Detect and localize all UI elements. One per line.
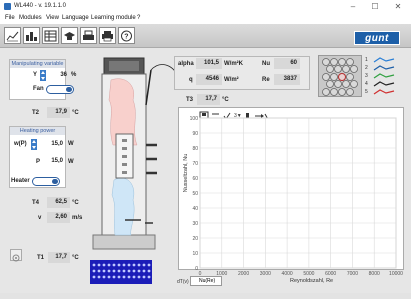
t1-unit: °C bbox=[72, 255, 79, 261]
chart-selector-prefix: dT(v) bbox=[177, 279, 189, 285]
y-tick-label: 20 bbox=[192, 236, 198, 242]
y-tick-label: 30 bbox=[192, 221, 198, 227]
t2-label: T2 bbox=[32, 110, 40, 116]
chart-selector[interactable]: Nu(Re) bbox=[190, 276, 222, 286]
t4-unit: °C bbox=[72, 200, 79, 206]
menu-learning-module[interactable]: Learning module bbox=[91, 15, 136, 21]
heater-toggle[interactable] bbox=[32, 177, 60, 186]
title-bar: WL440 - v. 19.1.1.0 – ☐ ✕ bbox=[0, 0, 411, 14]
t1-label: T1 bbox=[37, 255, 45, 261]
t3-label: T3 bbox=[186, 97, 194, 103]
p-value: 15,0 bbox=[51, 158, 63, 164]
y-tick-label: 100 bbox=[190, 116, 199, 122]
t2-value: 17,9 bbox=[47, 107, 70, 118]
q-value: 4546 bbox=[196, 74, 222, 85]
maximize-button[interactable]: ☐ bbox=[368, 2, 382, 12]
x-tick-label: 3000 bbox=[260, 271, 271, 277]
menu-help[interactable]: ? bbox=[137, 15, 140, 21]
p-unit: W bbox=[68, 159, 74, 165]
v-unit: m/s bbox=[72, 215, 83, 221]
y-spinner[interactable] bbox=[40, 70, 46, 81]
y-tick-label: 10 bbox=[192, 251, 198, 257]
manipulating-title: Manipulating variable bbox=[10, 60, 65, 68]
close-button[interactable]: ✕ bbox=[391, 2, 405, 12]
re-value: 3837 bbox=[274, 74, 300, 85]
x-tick-label: 7000 bbox=[347, 271, 358, 277]
help-icon[interactable]: ? bbox=[118, 27, 135, 44]
t1-value: 17,7 bbox=[48, 252, 70, 263]
config-row-1: 1 bbox=[365, 57, 368, 63]
print-icon[interactable] bbox=[99, 27, 116, 44]
q-unit: W/m² bbox=[224, 77, 239, 83]
svg-text:?: ? bbox=[124, 33, 128, 40]
heating-title: Heating power bbox=[10, 127, 65, 135]
y-value[interactable]: 36 bbox=[48, 70, 70, 81]
config-row-5: 5 bbox=[365, 89, 368, 95]
fan-label: Fan bbox=[33, 86, 44, 92]
y-tick-label: 50 bbox=[192, 191, 198, 197]
config-curve-list[interactable] bbox=[372, 56, 404, 96]
v-label: v bbox=[38, 215, 42, 221]
t4-value: 62,5 bbox=[47, 197, 70, 208]
menu-file[interactable]: File bbox=[5, 15, 15, 21]
wp-spinner[interactable] bbox=[31, 139, 37, 150]
y-tick-label: 90 bbox=[192, 131, 198, 137]
y-tick-label: 80 bbox=[192, 146, 198, 152]
diagram-icon[interactable] bbox=[4, 27, 21, 44]
table-icon[interactable] bbox=[42, 27, 59, 44]
y-tick-label: 70 bbox=[192, 161, 198, 167]
settings-icon[interactable] bbox=[10, 249, 22, 262]
wp-unit: W bbox=[68, 141, 74, 147]
menu-modules[interactable]: Modules bbox=[19, 15, 42, 21]
q-label: q bbox=[189, 77, 193, 83]
re-label: Re bbox=[262, 77, 270, 83]
x-tick-label: 5000 bbox=[303, 271, 314, 277]
apparatus-illustration bbox=[85, 55, 185, 285]
config-row-2: 2 bbox=[365, 65, 368, 71]
y-unit: % bbox=[71, 72, 77, 78]
menu-bar: File Modules View Language Learning modu… bbox=[0, 14, 411, 24]
window-title: WL440 - v. 19.1.1.0 bbox=[14, 3, 66, 9]
x-tick-label: 8000 bbox=[369, 271, 380, 277]
y-tick-label: 60 bbox=[192, 176, 198, 182]
x-tick-label: 2000 bbox=[238, 271, 249, 277]
minimize-button[interactable]: – bbox=[346, 2, 360, 12]
alpha-unit: W/m²K bbox=[224, 61, 243, 67]
alpha-value: 101,5 bbox=[196, 58, 222, 69]
chart-xlabel: Reynoldszahl, Re bbox=[290, 278, 334, 284]
nu-value: 60 bbox=[274, 58, 300, 69]
wp-label: w(P) bbox=[14, 141, 27, 147]
bars-icon[interactable] bbox=[23, 27, 40, 44]
heater-label: Heater bbox=[11, 178, 30, 184]
wp-value[interactable]: 15,0 bbox=[40, 139, 66, 150]
chart-selector-value: Nu(Re) bbox=[199, 278, 216, 284]
alpha-label: alpha bbox=[178, 61, 194, 67]
y-label: Y bbox=[33, 72, 38, 78]
x-tick-label: 4000 bbox=[282, 271, 293, 277]
nu-label: Nu bbox=[262, 61, 270, 67]
x-tick-label: 6000 bbox=[325, 271, 336, 277]
x-tick-label: 10000 bbox=[389, 271, 403, 277]
y-tick-label: 40 bbox=[192, 206, 198, 212]
print-setup-icon[interactable] bbox=[80, 27, 97, 44]
fan-toggle[interactable] bbox=[46, 85, 74, 94]
menu-language[interactable]: Language bbox=[62, 15, 89, 21]
app-icon bbox=[4, 3, 11, 10]
tube-config-grid[interactable] bbox=[318, 55, 362, 97]
v-value: 2,60 bbox=[47, 212, 70, 223]
t4-label: T4 bbox=[32, 200, 40, 206]
t3-unit: °C bbox=[222, 97, 229, 103]
chart-plot: 01020304050607080901000 1000 2000 3000 4000 5… bbox=[190, 116, 404, 277]
gunt-logo: gunt bbox=[354, 31, 400, 45]
config-row-4: 4 bbox=[365, 81, 368, 87]
t2-unit: °C bbox=[72, 110, 79, 116]
config-row-3: 3 bbox=[365, 73, 368, 79]
t3-value: 17,7 bbox=[197, 94, 220, 105]
graduation-icon[interactable] bbox=[61, 27, 78, 44]
menu-view[interactable]: View bbox=[46, 15, 59, 21]
toolbar: ? bbox=[0, 24, 411, 48]
